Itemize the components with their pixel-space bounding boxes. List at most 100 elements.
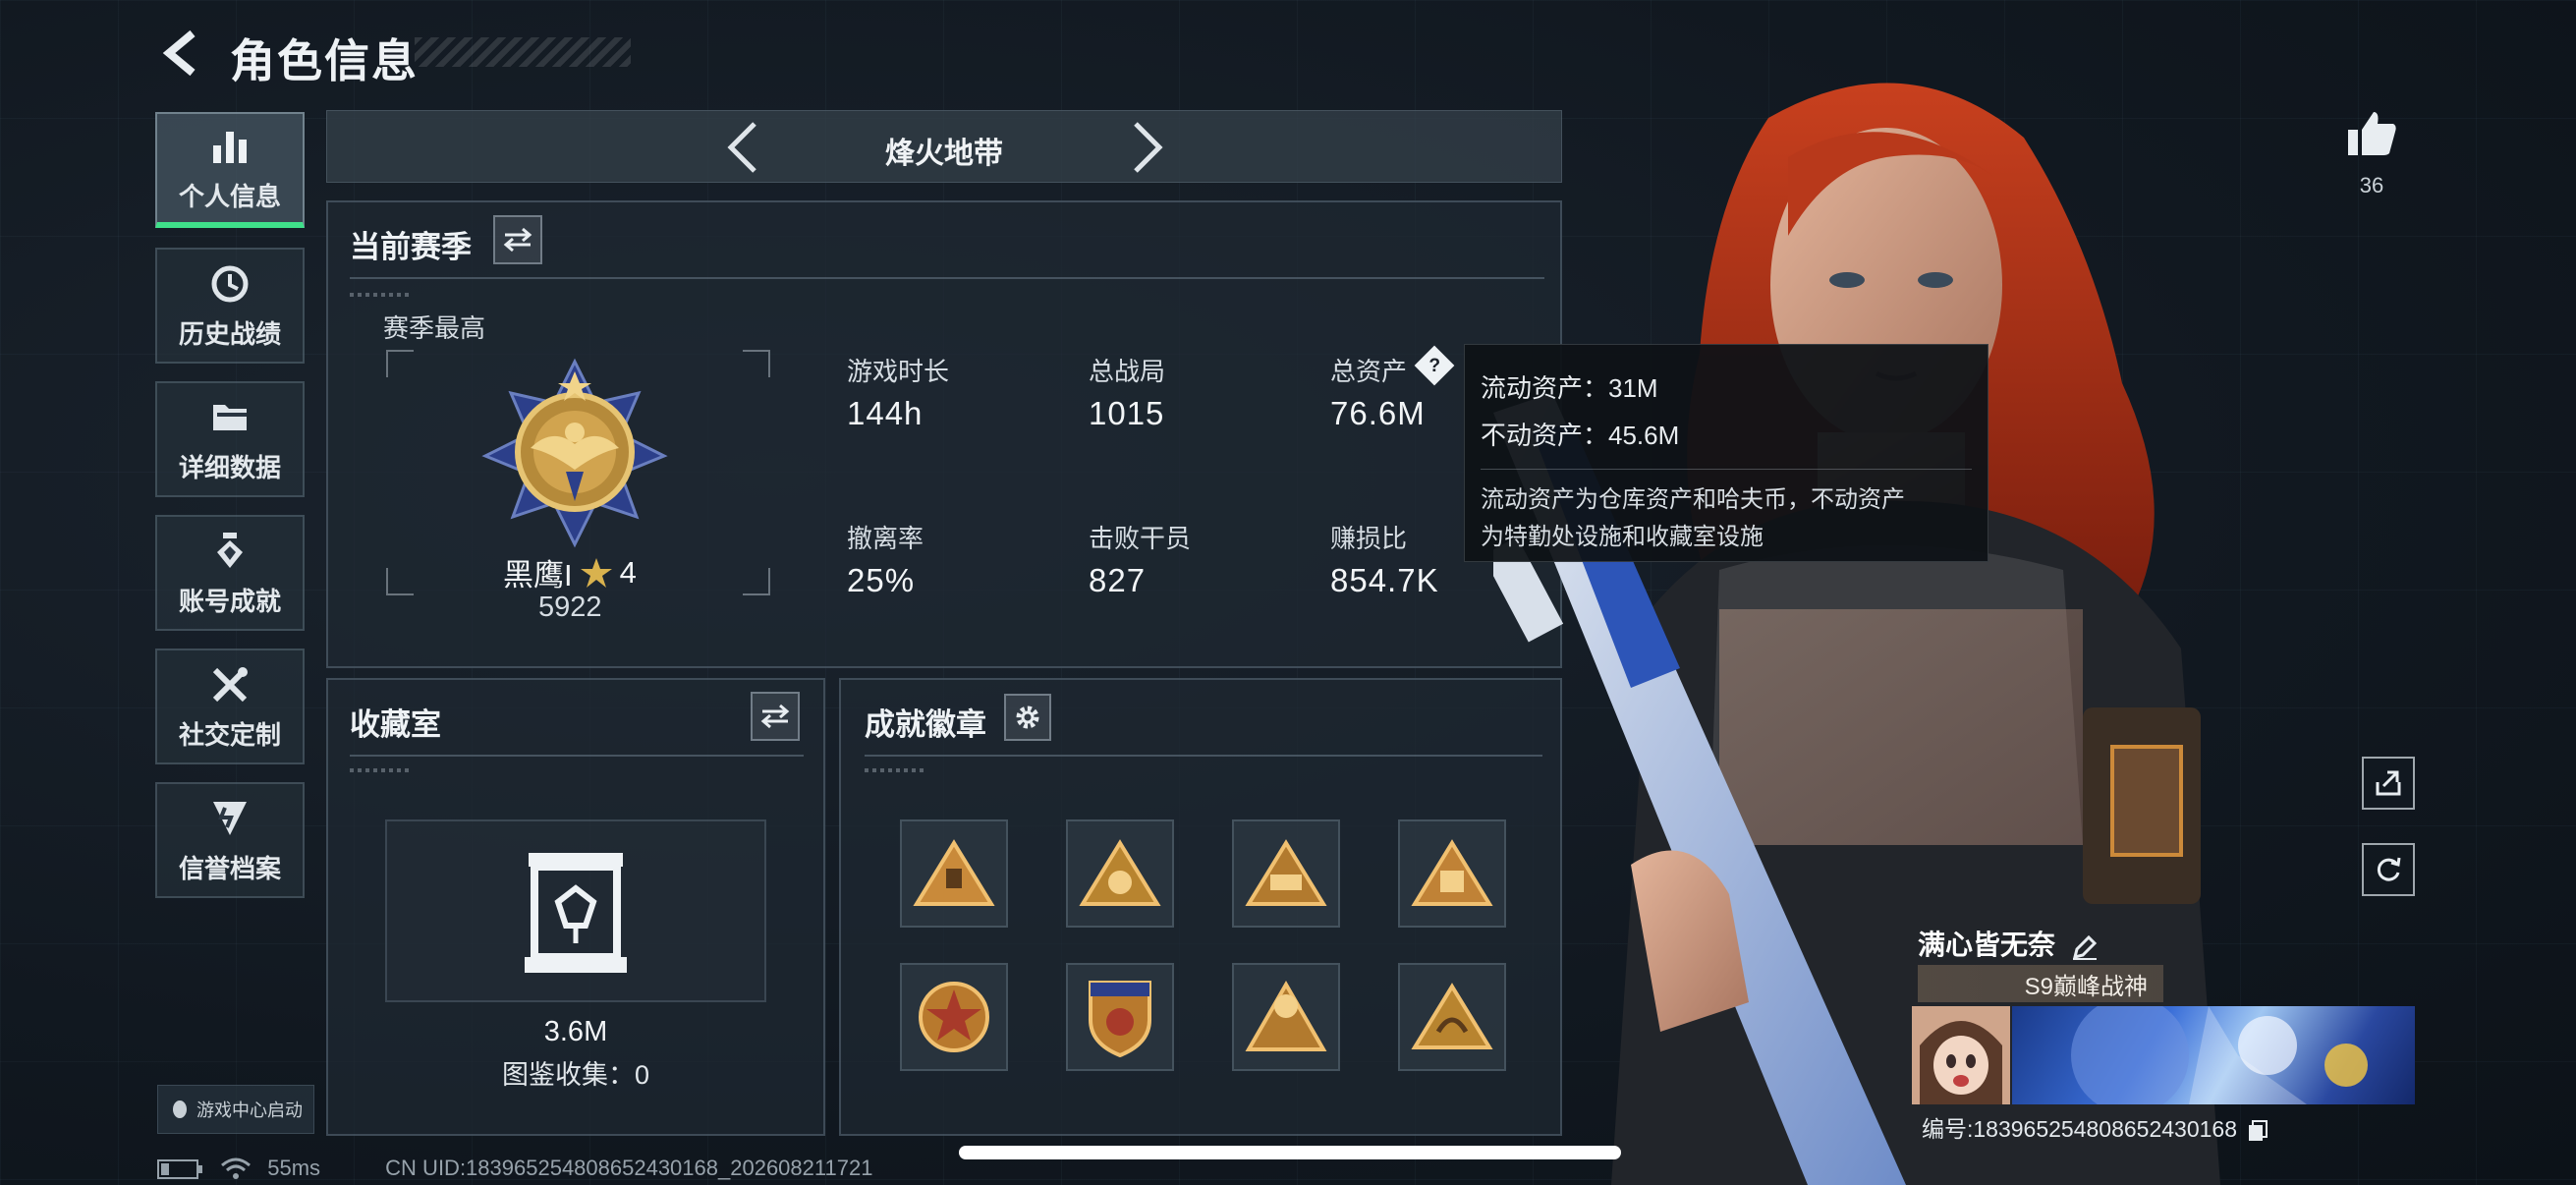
rank-info: 黑鹰I 4 bbox=[503, 550, 637, 594]
status-bar: 55ms CN UID:18396525480865243​0168_20260… bbox=[157, 1156, 872, 1181]
cluster-badge-icon bbox=[1245, 981, 1327, 1051]
tooltip-divider bbox=[1481, 469, 1972, 470]
swap-icon bbox=[503, 227, 532, 253]
sidebar-item-detailed-data[interactable]: 详细数据 bbox=[155, 381, 305, 497]
triangle-badge-icon bbox=[913, 839, 995, 906]
swap-icon bbox=[760, 704, 790, 729]
chevron-left-icon[interactable] bbox=[723, 120, 762, 175]
badge-slot[interactable] bbox=[1398, 963, 1506, 1071]
badges-settings-button[interactable] bbox=[1004, 694, 1051, 741]
sidebar-item-label: 详细数据 bbox=[178, 452, 281, 482]
folder-icon bbox=[213, 404, 247, 430]
history-clock-icon bbox=[211, 265, 249, 302]
season-title: 当前赛季 bbox=[350, 230, 472, 264]
bar-chart-icon bbox=[213, 131, 247, 163]
frame-corner bbox=[743, 568, 770, 595]
sidebar-item-reputation[interactable]: 信誉档案 bbox=[155, 782, 305, 898]
stat-value: 827 bbox=[1089, 562, 1147, 598]
home-indicator[interactable] bbox=[959, 1146, 1621, 1159]
badge-slot[interactable] bbox=[900, 819, 1008, 928]
stat-value: 76.6M bbox=[1330, 395, 1426, 431]
decoration bbox=[865, 768, 924, 772]
badge-slot[interactable] bbox=[1398, 819, 1506, 928]
tools-icon bbox=[212, 666, 248, 702]
shield-badge-icon bbox=[1089, 981, 1151, 1058]
player-title-tag: S9巅峰战神 bbox=[1918, 965, 2163, 1002]
stat-label: 撤离率 bbox=[847, 524, 924, 553]
stat-value: 144h bbox=[847, 395, 924, 431]
badge-slot[interactable] bbox=[1232, 963, 1340, 1071]
share-button[interactable] bbox=[2362, 757, 2415, 810]
rank-stars: 4 bbox=[619, 554, 637, 590]
stat-value: 25% bbox=[847, 562, 916, 598]
player-name: 满心皆无奈 bbox=[1918, 924, 2099, 963]
badge-slot[interactable] bbox=[1232, 819, 1340, 928]
collection-value: 3.6M bbox=[543, 1016, 608, 1047]
triangle-badge-icon bbox=[1411, 839, 1493, 906]
copy-icon[interactable] bbox=[2247, 1119, 2268, 1143]
display-case-icon bbox=[525, 853, 627, 973]
sidebar-item-achievements[interactable]: 账号成就 bbox=[155, 515, 305, 631]
reputation-icon bbox=[213, 801, 247, 835]
uid-text: CN UID:18396525480865243​0168_2026082117… bbox=[385, 1156, 873, 1180]
stat-label: 总资产 bbox=[1330, 357, 1408, 386]
season-best-label: 赛季最高 bbox=[383, 313, 486, 343]
stat-label: 总战局 bbox=[1089, 357, 1166, 386]
stat-label: 击败干员 bbox=[1089, 524, 1192, 553]
wifi-icon bbox=[221, 1157, 252, 1180]
triangle-badge-icon bbox=[1245, 839, 1327, 906]
player-id: 编号:1839652548086524301​68 bbox=[1922, 1110, 2268, 1144]
sidebar-item-label: 账号成就 bbox=[178, 586, 281, 616]
like-count: 36 bbox=[2359, 173, 2384, 198]
battery-icon bbox=[157, 1159, 202, 1180]
page-title: 角色信息 bbox=[230, 35, 419, 86]
avatar[interactable] bbox=[1912, 1006, 2010, 1104]
rank-emblem-icon bbox=[481, 358, 668, 548]
badge-slot[interactable] bbox=[1066, 963, 1174, 1071]
chevron-right-icon[interactable] bbox=[1128, 120, 1167, 175]
mode-title: 烽火地带 bbox=[885, 138, 1003, 170]
frame-corner bbox=[743, 350, 770, 377]
badge-slot[interactable] bbox=[1066, 819, 1174, 928]
stat-label: 赚损比 bbox=[1330, 524, 1408, 553]
collection-title: 收藏室 bbox=[350, 707, 441, 742]
mode-selector: 烽火地带 bbox=[326, 110, 1562, 183]
decoration bbox=[350, 293, 409, 297]
divider bbox=[350, 277, 1544, 279]
fixed-assets: 不动资产：45.6M bbox=[1481, 421, 1680, 450]
sidebar-item-social[interactable]: 社交定制 bbox=[155, 649, 305, 764]
badges-title: 成就徽章 bbox=[865, 707, 986, 742]
badge-slot[interactable] bbox=[900, 963, 1008, 1071]
title-tag-text: S9巅峰战神 bbox=[2024, 973, 2148, 1000]
game-center-label: 游戏中心启动 bbox=[196, 1100, 303, 1120]
back-arrow-icon[interactable] bbox=[155, 28, 206, 79]
thumbs-up-icon[interactable] bbox=[2344, 106, 2399, 161]
divider bbox=[865, 755, 1542, 757]
sidebar-item-personal-info[interactable]: 个人信息 bbox=[155, 112, 305, 228]
decoration bbox=[350, 768, 409, 772]
tooltip-desc-line2: 为特勤处设施和收藏室设施 bbox=[1481, 524, 1764, 550]
collection-switch-button[interactable] bbox=[751, 692, 800, 741]
player-banner[interactable] bbox=[2012, 1006, 2415, 1104]
refresh-icon bbox=[2377, 857, 2401, 881]
qq-penguin-icon bbox=[173, 1100, 187, 1118]
edit-pencil-icon[interactable] bbox=[2071, 933, 2099, 961]
player-id-text: 编号:1839652548086524301​68 bbox=[1922, 1116, 2238, 1142]
sidebar-item-label: 信誉档案 bbox=[178, 853, 281, 883]
sidebar-item-history[interactable]: 历史战绩 bbox=[155, 248, 305, 364]
sidebar-item-label: 个人信息 bbox=[178, 181, 281, 211]
triangle-badge-icon bbox=[1411, 983, 1493, 1049]
gear-icon bbox=[1016, 705, 1039, 729]
achievement-icon bbox=[217, 532, 243, 568]
refresh-button[interactable] bbox=[2362, 843, 2415, 896]
question-icon: ? bbox=[1428, 354, 1440, 376]
season-switch-button[interactable] bbox=[493, 215, 542, 264]
triangle-badge-icon bbox=[1079, 839, 1161, 906]
stat-label: 游戏时长 bbox=[847, 357, 950, 386]
banner-art bbox=[2071, 1006, 2368, 1104]
catalog-count: 图鉴收集：0 bbox=[501, 1060, 650, 1090]
game-center-launch[interactable]: 游戏中心启动 bbox=[157, 1085, 314, 1134]
tooltip-desc-line1: 流动资产为仓库资产和哈夫币，不动资产 bbox=[1481, 486, 1905, 513]
star-medal-badge-icon bbox=[919, 982, 989, 1052]
asset-tooltip: 流动资产：31M 不动资产：45.6M 流动资产为仓库资产和哈夫币，不动资产 为… bbox=[1464, 344, 1988, 562]
